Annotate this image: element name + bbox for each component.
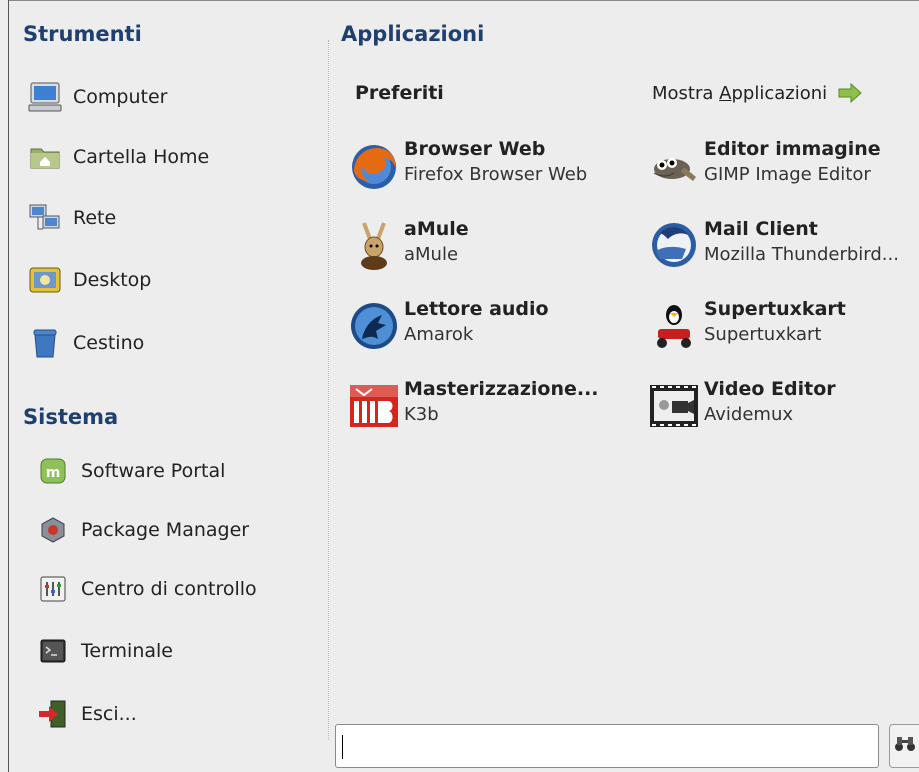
place-computer[interactable]: Computer (27, 78, 167, 116)
search-button[interactable] (889, 724, 919, 768)
svg-text:m: m (46, 465, 61, 481)
app-name: aMule (404, 218, 469, 240)
text-caret (342, 735, 343, 759)
column-divider (328, 40, 329, 740)
place-label: Cartella Home (73, 146, 210, 168)
arrow-right-icon (837, 82, 863, 104)
supertuxkart-icon (646, 297, 702, 353)
system-label: Esci... (81, 703, 137, 725)
app-name: Supertuxkart (704, 298, 846, 320)
favorite-browser-web[interactable]: Browser Web Firefox Browser Web (346, 137, 636, 207)
favorite-audio-player[interactable]: Lettore audio Amarok (346, 297, 636, 367)
control-center-icon (35, 572, 71, 606)
favorite-supertuxkart[interactable]: Supertuxkart Supertuxkart (646, 297, 919, 367)
home-folder-icon (27, 140, 63, 174)
amarok-icon (346, 297, 402, 353)
system-package-manager[interactable]: Package Manager (35, 511, 249, 549)
software-portal-icon: m (35, 454, 71, 488)
app-desc: GIMP Image Editor (704, 164, 871, 185)
network-icon (27, 201, 63, 235)
app-name: Editor immagine (704, 138, 881, 160)
app-desc: Mozilla Thunderbird... (704, 244, 899, 265)
system-logout[interactable]: Esci... (35, 695, 137, 733)
favorite-video-editor[interactable]: Video Editor Avidemux (646, 377, 919, 447)
favorite-image-editor[interactable]: Editor immagine GIMP Image Editor (646, 137, 919, 207)
binoculars-icon (894, 735, 916, 757)
place-network[interactable]: Rete (27, 199, 116, 237)
avidemux-icon (646, 377, 702, 433)
system-label: Centro di controllo (81, 578, 257, 600)
place-label: Rete (73, 207, 117, 229)
place-desktop[interactable]: Desktop (27, 261, 151, 299)
app-desc: Firefox Browser Web (404, 164, 588, 185)
favorite-mail-client[interactable]: Mail Client Mozilla Thunderbird... (646, 217, 919, 287)
computer-icon (27, 80, 63, 114)
package-manager-icon (35, 513, 71, 547)
app-desc: Supertuxkart (704, 324, 822, 345)
firefox-icon (346, 137, 402, 193)
show-all-rest: pplicazioni (731, 82, 828, 104)
app-name: Masterizzazione... (404, 378, 599, 400)
desktop-icon (27, 263, 63, 297)
search-input[interactable] (335, 724, 879, 768)
trash-icon (27, 326, 63, 360)
favorite-burning[interactable]: Masterizzazione... K3b (346, 377, 636, 447)
applications-title: Applicazioni (341, 22, 485, 46)
system-label: Software Portal (81, 460, 226, 482)
places-title: Strumenti (23, 22, 142, 46)
start-menu: Strumenti Computer Cartella Home Rete De… (0, 0, 919, 772)
app-name: Mail Client (704, 218, 818, 240)
app-name: Video Editor (704, 378, 836, 400)
place-label: Cestino (73, 332, 145, 354)
system-control-center[interactable]: Centro di controllo (35, 570, 257, 608)
system-label: Package Manager (81, 519, 250, 541)
terminal-icon (35, 634, 71, 668)
app-name: Browser Web (404, 138, 546, 160)
place-trash[interactable]: Cestino (27, 324, 144, 362)
place-label: Desktop (73, 269, 152, 291)
place-home-folder[interactable]: Cartella Home (27, 138, 209, 176)
app-desc: K3b (404, 404, 439, 425)
system-title: Sistema (23, 405, 119, 429)
gimp-icon (646, 137, 702, 193)
show-all-mnemonic: A (719, 82, 732, 104)
system-label: Terminale (81, 640, 173, 662)
system-terminal[interactable]: Terminale (35, 632, 173, 670)
show-all-prefix: Mostra (652, 82, 720, 104)
app-desc: Amarok (404, 324, 474, 345)
amule-icon (346, 217, 402, 273)
thunderbird-icon (646, 217, 702, 273)
show-all-applications-link[interactable]: Mostra Applicazioni (652, 82, 863, 104)
k3b-icon (346, 377, 402, 433)
app-desc: aMule (404, 244, 459, 265)
logout-icon (35, 697, 71, 731)
favorite-amule[interactable]: aMule aMule (346, 217, 636, 287)
place-label: Computer (73, 86, 168, 108)
system-software-portal[interactable]: m Software Portal (35, 452, 225, 490)
app-desc: Avidemux (704, 404, 794, 425)
app-name: Lettore audio (404, 298, 549, 320)
favorites-title: Preferiti (355, 82, 444, 104)
